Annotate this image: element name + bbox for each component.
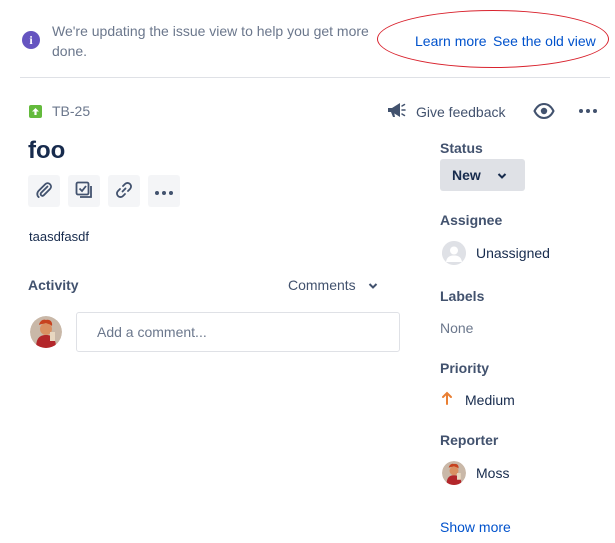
more-actions-button[interactable] [148, 175, 180, 207]
more-icon [154, 183, 174, 199]
chevron-down-icon [368, 277, 378, 293]
assignee-value: Unassigned [476, 245, 550, 261]
issue-key-link[interactable]: TB-25 [52, 103, 90, 119]
old-view-link[interactable]: See the old view [493, 33, 596, 49]
priority-label: Priority [440, 360, 490, 376]
avatar [442, 461, 466, 485]
avatar [30, 316, 62, 348]
attachment-icon [35, 181, 53, 202]
activity-filter-label: Comments [288, 277, 356, 293]
attach-button[interactable] [28, 175, 60, 207]
reporter-label: Reporter [440, 432, 499, 448]
reporter-field[interactable]: Moss [442, 461, 509, 485]
status-value: New [452, 167, 481, 183]
eye-icon[interactable] [532, 100, 556, 122]
learn-more-link[interactable]: Learn more [415, 33, 487, 49]
activity-filter-select[interactable]: Comments [288, 277, 378, 293]
assignee-label: Assignee [440, 212, 503, 228]
activity-heading: Activity [28, 277, 79, 293]
assignee-field[interactable]: Unassigned [442, 241, 550, 265]
give-feedback-label: Give feedback [416, 103, 506, 120]
issue-title[interactable]: foo [28, 137, 65, 165]
breadcrumb: TB-25 [29, 103, 90, 119]
more-icon[interactable] [576, 100, 600, 122]
story-type-icon [29, 104, 42, 118]
labels-value[interactable]: None [440, 320, 473, 336]
status-dropdown[interactable]: New [440, 159, 525, 191]
divider [20, 77, 610, 78]
status-label: Status [440, 140, 483, 156]
checklist-icon [75, 181, 93, 202]
megaphone-icon [386, 101, 406, 122]
create-subtask-button[interactable] [68, 175, 100, 207]
priority-field[interactable]: Medium [441, 391, 515, 408]
reporter-value: Moss [476, 465, 510, 481]
link-issue-button[interactable] [108, 175, 140, 207]
link-icon [115, 181, 133, 202]
comment-input[interactable] [76, 312, 400, 352]
banner-message: We're updating the issue view to help yo… [52, 23, 369, 59]
update-banner: i We're updating the issue view to help … [0, 0, 615, 78]
issue-description[interactable]: taasdfasdf [29, 229, 89, 244]
chevron-down-icon [497, 167, 507, 183]
user-icon [442, 241, 466, 265]
arrow-up-icon [441, 391, 453, 408]
labels-label: Labels [440, 288, 485, 304]
give-feedback-button[interactable]: Give feedback [386, 101, 506, 122]
info-icon: i [22, 31, 40, 49]
show-more-link[interactable]: Show more [440, 519, 511, 535]
priority-value: Medium [465, 391, 515, 408]
